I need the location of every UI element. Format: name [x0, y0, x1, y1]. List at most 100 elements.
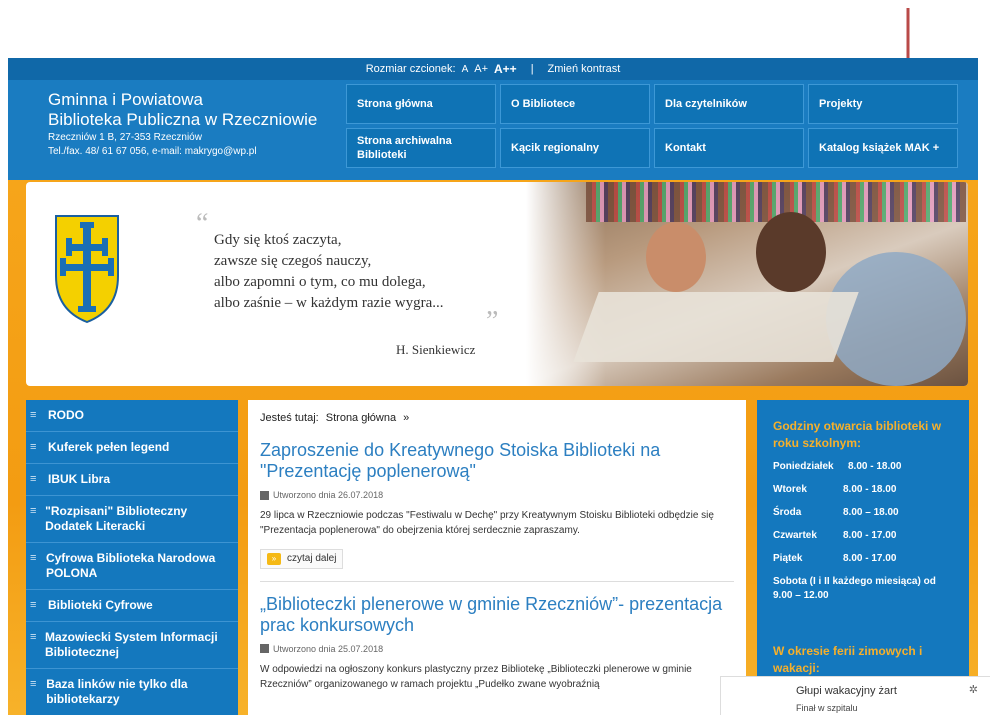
double-chevron-right-icon: »	[267, 552, 281, 565]
breadcrumb-current[interactable]: Strona główna	[326, 412, 396, 424]
divider	[260, 580, 734, 582]
site-header: Gminna i Powiatowa Biblioteka Publiczna …	[8, 80, 978, 180]
calendar-icon	[260, 490, 269, 500]
font-size-large-button[interactable]: A++	[494, 62, 517, 76]
hours-time: 8.00 - 17.00	[843, 553, 897, 564]
sidebar-item-label: Cyfrowa Biblioteka Narodowa POLONA	[45, 551, 216, 580]
article-excerpt: W odpowiedzi na ogłoszony konkurs plasty…	[260, 663, 692, 690]
nav-home[interactable]: Strona główna	[346, 84, 496, 124]
quote-text: Gdy się ktoś zaczyta, zawsze się czegoś …	[214, 230, 444, 314]
notification-title[interactable]: Głupi wakacyjny żart	[796, 685, 897, 697]
brand-address: Rzeczniów 1 B, 27-353 Rzeczniów	[48, 132, 202, 143]
left-sidebar: ≡ RODO ≡ Kuferek pełen legend ≡ IBUK Libra …	[26, 400, 238, 715]
hours-heading: Godziny otwarcia biblioteki w roku szkol…	[773, 419, 942, 450]
accessibility-bar: Rozmiar czcionek: A A+ A++ | Zmień kontr…	[8, 58, 978, 80]
hours-saturday: Sobota (I i II każdego miesiąca) od 9.00…	[773, 576, 936, 601]
nav-regional[interactable]: Kącik regionalny	[500, 128, 650, 168]
nav-contact[interactable]: Kontakt	[654, 128, 804, 168]
hours-day: Czwartek	[773, 530, 817, 541]
sidebar-item-label: Biblioteki Cyfrowe	[48, 598, 153, 612]
breadcrumb-label: Jesteś tutaj:	[260, 412, 319, 424]
list-icon: ≡	[30, 552, 37, 564]
quote-open-mark: “	[196, 208, 209, 239]
sidebar-item-polona[interactable]: ≡ Cyfrowa Biblioteka Narodowa POLONA	[26, 543, 238, 590]
nav-readers[interactable]: Dla czytelników	[654, 84, 804, 124]
read-more-label: czytaj dalej	[287, 553, 337, 564]
sidebar-item-label: Baza linków nie tylko dla bibliotekarzy	[46, 677, 188, 706]
quote-author: H. Sienkiewicz	[396, 342, 476, 357]
hours-day: Środa	[773, 507, 802, 518]
main-nav: Strona główna O Bibliotece Dla czytelnik…	[346, 84, 958, 168]
sidebar-item-label: RODO	[48, 408, 84, 422]
sidebar-item-links[interactable]: ≡ Baza linków nie tylko dla bibliotekarzy	[26, 669, 238, 715]
sidebar-item-rozpisani[interactable]: ≡ "Rozpisani" Biblioteczny Dodatek Litera…	[26, 496, 238, 543]
nav-about[interactable]: O Bibliotece	[500, 84, 650, 124]
sidebar-item-label: "Rozpisani" Biblioteczny Dodatek Literac…	[45, 504, 188, 533]
gear-icon[interactable]: ✲	[969, 683, 978, 696]
hours-day: Wtorek	[773, 484, 807, 495]
nav-archive[interactable]: Strona archiwalna Biblioteki	[346, 128, 496, 168]
quote-line: zawsze się czegoś nauczy,	[214, 253, 372, 269]
sidebar-item-legends[interactable]: ≡ Kuferek pełen legend	[26, 432, 238, 464]
quote-close-mark: ”	[486, 306, 499, 337]
hours-day: Poniedziałek	[773, 461, 834, 472]
list-icon: ≡	[30, 409, 37, 421]
article-excerpt: 29 lipca w Rzeczniowie podczas "Festiwal…	[260, 510, 714, 536]
hours-time: 8.00 - 18.00	[843, 484, 897, 495]
read-more-button[interactable]: » czytaj dalej	[260, 548, 344, 569]
article-date-text: Utworzono dnia 25.07.2018	[273, 643, 384, 654]
separator: |	[530, 63, 534, 75]
breadcrumb-arrow: »	[403, 412, 410, 424]
quote-banner: “ Gdy się ktoś zaczyta, zawsze się czego…	[26, 182, 968, 386]
hours-row: Piątek 8.00 - 17.00	[773, 552, 955, 565]
sidebar-item-rodo[interactable]: ≡ RODO	[26, 400, 238, 432]
site-brand[interactable]: Gminna i Powiatowa Biblioteka Publiczna …	[48, 90, 317, 158]
opening-hours-box: Godziny otwarcia biblioteki w roku szkol…	[757, 400, 969, 715]
font-size-label: Rozmiar czcionek:	[365, 63, 456, 75]
list-icon: ≡	[30, 441, 37, 453]
sidebar-item-label: Kuferek pełen legend	[48, 440, 170, 454]
sidebar-item-ibuk[interactable]: ≡ IBUK Libra	[26, 464, 238, 496]
notification-subtitle: Finał w szpitalu	[796, 703, 858, 713]
font-size-medium-button[interactable]: A+	[474, 63, 488, 75]
brand-line-2: Biblioteka Publiczna w Rzeczniowie	[48, 110, 318, 129]
brand-contact: Tel./fax. 48/ 61 67 056, e-mail: makrygo…	[48, 146, 257, 157]
notification-popup[interactable]: Głupi wakacyjny żart Finał w szpitalu ✲	[720, 676, 990, 715]
article-title-link[interactable]: „Biblioteczki plenerowe w gminie Rzeczni…	[260, 594, 734, 636]
nav-projects[interactable]: Projekty	[808, 84, 958, 124]
coat-of-arms-icon	[55, 215, 119, 324]
hours-row: Czwartek 8.00 - 17.00	[773, 529, 955, 542]
contrast-toggle-link[interactable]: Zmień kontrast	[548, 63, 621, 75]
calendar-icon	[260, 644, 269, 653]
list-icon: ≡	[30, 505, 37, 517]
sidebar-item-digital-libraries[interactable]: ≡ Biblioteki Cyfrowe	[26, 590, 238, 622]
sidebar-item-mazowiecki[interactable]: ≡ Mazowiecki System Informacji Bibliotecz…	[26, 622, 238, 669]
table-with-papers	[573, 292, 859, 362]
hours-day: Piątek	[773, 553, 803, 564]
brand-line-1: Gminna i Powiatowa	[48, 90, 203, 109]
quote-line: Gdy się ktoś zaczyta,	[214, 232, 342, 248]
sidebar-item-label: IBUK Libra	[48, 472, 111, 486]
hours-time: 8.00 - 18.00	[848, 461, 902, 472]
hours-time: 8.00 - 17.00	[843, 530, 897, 541]
holiday-hours-heading: W okresie ferii zimowych i wakacji:	[773, 644, 923, 675]
child-figure	[756, 212, 826, 292]
breadcrumb: Jesteś tutaj: Strona główna »	[260, 412, 734, 424]
library-photo	[526, 182, 968, 386]
article-title-link[interactable]: Zaproszenie do Kreatywnego Stoiska Bibli…	[260, 440, 734, 482]
quote-line: albo zaśnie – w każdym razie wygra...	[214, 295, 444, 311]
font-size-small-button[interactable]: A	[462, 64, 469, 75]
main-content: Jesteś tutaj: Strona główna » Zaproszeni…	[248, 400, 746, 715]
quote-line: albo zapomni o tym, co mu dolega,	[214, 274, 426, 290]
list-icon: ≡	[30, 473, 37, 485]
hours-time: 8.00 – 18.00	[843, 507, 899, 518]
list-icon: ≡	[30, 599, 37, 611]
list-icon: ≡	[30, 631, 37, 643]
nav-catalog[interactable]: Katalog książek MAK +	[808, 128, 958, 168]
hours-row: Środa 8.00 – 18.00	[773, 506, 955, 519]
article-date: Utworzono dnia 26.07.2018	[260, 490, 734, 500]
list-icon: ≡	[30, 678, 37, 690]
article: „Biblioteczki plenerowe w gminie Rzeczni…	[260, 594, 734, 692]
article-date-text: Utworzono dnia 26.07.2018	[273, 490, 384, 500]
article: Zaproszenie do Kreatywnego Stoiska Bibli…	[260, 440, 734, 569]
